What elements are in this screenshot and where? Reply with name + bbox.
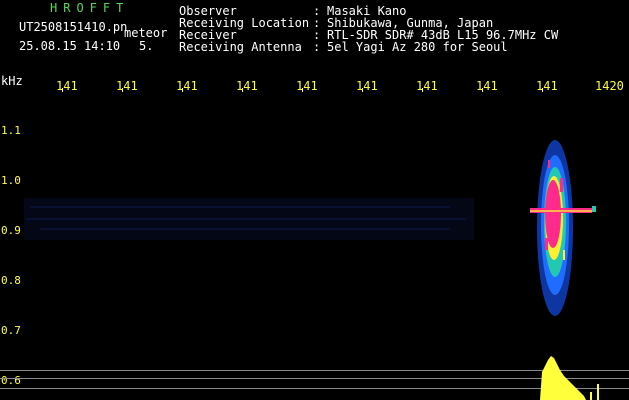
- x-tick-marks: [62, 88, 543, 92]
- hrofft-display: HROFFT UT2508151410.pn meteor 25.08.15 1…: [0, 0, 629, 400]
- noise-band: [24, 198, 474, 240]
- spectrogram: [0, 88, 629, 400]
- power-trace: [0, 356, 629, 400]
- meteor-echo: [530, 140, 596, 316]
